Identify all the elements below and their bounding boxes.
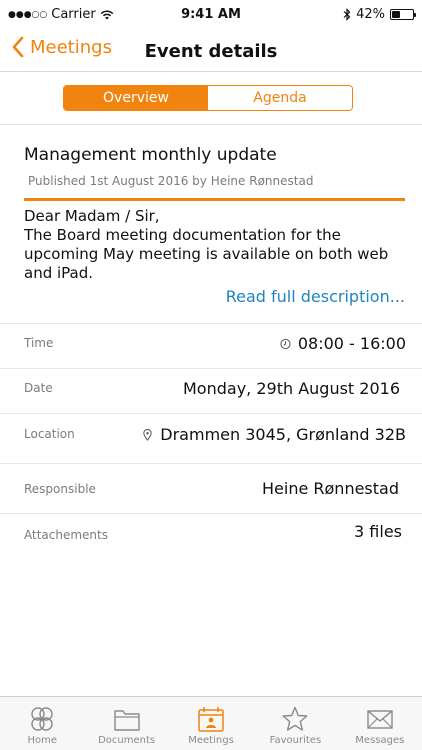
tab-agenda[interactable]: Agenda	[208, 86, 352, 110]
tab-label: Messages	[355, 735, 405, 746]
back-button-label: Meetings	[30, 36, 112, 58]
envelope-icon	[367, 710, 393, 729]
attachments-label: Attachements	[24, 528, 108, 542]
tab-overview[interactable]: Overview	[64, 86, 208, 110]
tab-documents[interactable]: Documents	[84, 697, 168, 750]
chevron-left-icon	[12, 36, 24, 58]
status-right: 42%	[343, 7, 416, 22]
time-value: 08:00 - 16:00	[297, 334, 406, 353]
tab-favourites[interactable]: Favourites	[253, 697, 337, 750]
read-full-description-link[interactable]: Read full description...	[226, 287, 405, 306]
time-value-group: 08:00 - 16:00	[280, 334, 406, 353]
status-bar: ●●●○○ Carrier 9:41 AM 42%	[0, 0, 422, 30]
detail-row-date: Date Monday, 29th August 2016	[0, 368, 422, 413]
battery-level	[392, 11, 401, 18]
tab-bar: Home Documents Meetings Favourites Messa…	[0, 696, 422, 750]
location-label: Location	[24, 427, 75, 441]
folder-icon	[113, 710, 140, 731]
date-label: Date	[24, 381, 53, 395]
detail-row-attachments[interactable]: Attachements 3 files	[0, 513, 422, 563]
tab-label: Documents	[98, 735, 156, 746]
bluetooth-icon	[343, 8, 351, 21]
responsible-value: Heine Rønnestad	[262, 479, 399, 498]
date-value: Monday, 29th August 2016	[183, 379, 400, 398]
detail-row-time: Time 08:00 - 16:00	[0, 323, 422, 368]
battery-icon	[390, 9, 416, 20]
back-button[interactable]: Meetings	[12, 36, 112, 58]
responsible-label: Responsible	[24, 482, 96, 496]
view-segmented-control: Overview Agenda	[63, 85, 353, 111]
navigation-bar: Meetings Event details	[0, 30, 422, 72]
star-icon	[282, 706, 308, 731]
detail-row-location: Location Drammen 3045, Grønland 32B	[0, 413, 422, 463]
battery-percent: 42%	[356, 7, 385, 22]
tab-meetings[interactable]: Meetings	[169, 697, 253, 750]
calendar-icon	[198, 707, 224, 732]
tab-label: Meetings	[188, 735, 234, 746]
divider	[0, 124, 422, 125]
tab-messages[interactable]: Messages	[338, 697, 422, 750]
tab-label: Home	[27, 735, 57, 746]
location-value-group[interactable]: Drammen 3045, Grønland 32B	[142, 425, 406, 444]
attachments-value: 3 files	[354, 522, 402, 541]
map-pin-icon	[143, 428, 152, 441]
detail-row-responsible: Responsible Heine Rønnestad	[0, 463, 422, 513]
event-title: Management monthly update	[24, 145, 277, 165]
published-info: Published 1st August 2016 by Heine Rønne…	[28, 174, 314, 188]
event-description: Dear Madam / Sir, The Board meeting docum…	[24, 207, 389, 282]
clock-icon	[280, 338, 291, 349]
accent-divider	[24, 198, 405, 201]
tab-home[interactable]: Home	[0, 697, 84, 750]
home-icon	[31, 707, 53, 731]
tab-label: Favourites	[269, 735, 322, 746]
location-value: Drammen 3045, Grønland 32B	[160, 425, 406, 444]
time-label: Time	[24, 336, 54, 350]
